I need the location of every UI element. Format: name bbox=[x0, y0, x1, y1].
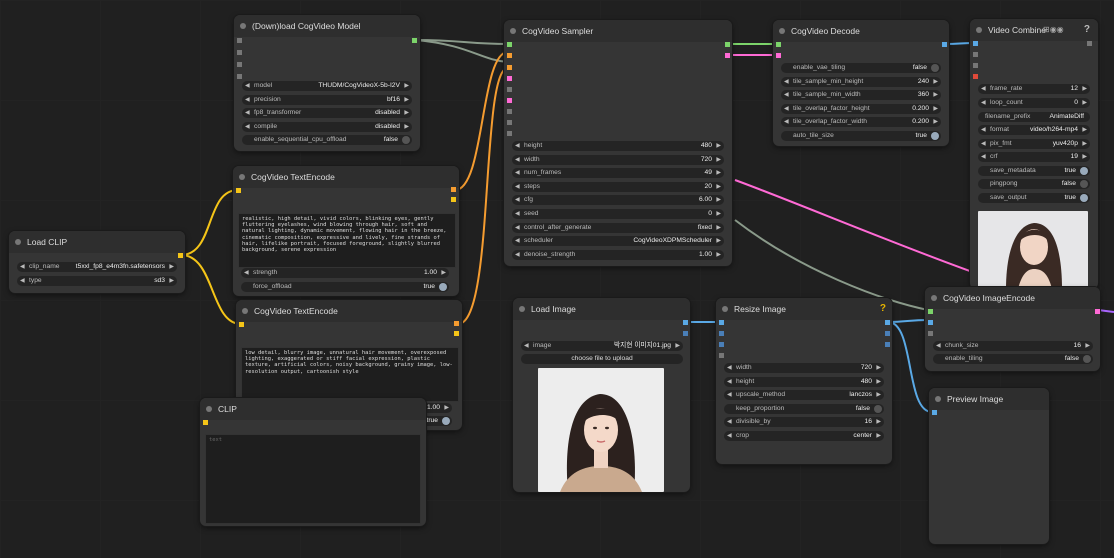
widget-fp8-transformer[interactable]: ◀ fp8_transformer disabled ▶ bbox=[242, 108, 412, 118]
node-cogvideo-decode[interactable]: CogVideo Decode enable_vae_tiling false ◀… bbox=[773, 20, 949, 146]
node-title: (Down)load CogVideo Model bbox=[234, 15, 420, 37]
widget-control-after-generate[interactable]: ◀ control_after_generate fixed ▶ bbox=[512, 223, 724, 233]
node-title: CLIP bbox=[200, 398, 426, 420]
node-title: Load Image bbox=[513, 298, 690, 320]
widget-keep-proportion[interactable]: keep_proportion false bbox=[724, 404, 884, 414]
widget-width[interactable]: ◀ width 720 ▶ bbox=[512, 155, 724, 165]
widget-width[interactable]: ◀ width 720 ▶ bbox=[724, 363, 884, 373]
widget-pix-fmt[interactable]: ◀ pix_fmt yuv420p ▶ bbox=[978, 139, 1090, 149]
node-title: Resize Image ? bbox=[716, 298, 892, 320]
widget-save-output[interactable]: save_output true bbox=[978, 193, 1090, 203]
node-preview-image[interactable]: Preview Image bbox=[929, 388, 1049, 544]
widget-auto-tile-size[interactable]: auto_tile_size true bbox=[781, 131, 941, 141]
widget-enable-vae-tiling[interactable]: enable_vae_tiling false bbox=[781, 63, 941, 73]
widget-precision[interactable]: ◀ precision bf16 ▶ bbox=[242, 95, 412, 105]
widget-tile-overlap-height[interactable]: ◀ tile_overlap_factor_height 0.200 ▶ bbox=[781, 104, 941, 114]
widget-save-metadata[interactable]: save_metadata true bbox=[978, 166, 1090, 176]
node-title: Load CLIP bbox=[9, 231, 185, 253]
widget-loop-count[interactable]: ◀ loop_count 0 ▶ bbox=[978, 98, 1090, 108]
widget-upscale-method[interactable]: ◀ upscale_method lanczos ▶ bbox=[724, 390, 884, 400]
widget-clip-name[interactable]: ◀ clip_name t5xxl_fp8_e4m3fn.safetensors ▶ bbox=[17, 262, 177, 272]
model-output-slot[interactable] bbox=[412, 38, 417, 43]
widget-pingpong[interactable]: pingpong false bbox=[978, 179, 1090, 189]
choose-file-button[interactable]: choose file to upload bbox=[521, 354, 683, 364]
combine-icons[interactable]: ⊞◉◉ bbox=[1043, 19, 1064, 41]
widget-type[interactable]: ◀ type sd3 ▶ bbox=[17, 276, 177, 286]
node-video-combine[interactable]: Video Combine ⊞◉◉ ? ◀ frame_rate 12 ▶ ◀ loop… bbox=[970, 19, 1098, 289]
node-title: Video Combine ⊞◉◉ ? bbox=[970, 19, 1098, 41]
node-load-clip[interactable]: Load CLIP ◀ clip_name t5xxl_fp8_e4m3fn.saf… bbox=[9, 231, 185, 293]
widget-crop[interactable]: ◀ crop center ▶ bbox=[724, 431, 884, 441]
help-icon[interactable]: ? bbox=[1084, 19, 1090, 41]
help-icon[interactable]: ? bbox=[880, 298, 886, 320]
widget-height[interactable]: ◀ height 480 ▶ bbox=[512, 141, 724, 151]
node-title: CogVideo Sampler bbox=[504, 20, 732, 42]
widget-force-offload[interactable]: force_offloadtrue bbox=[241, 282, 449, 292]
prompt-textarea[interactable]: low detail, blurry image, unnatural hair… bbox=[241, 347, 459, 402]
loaded-image-preview bbox=[538, 368, 664, 492]
widget-seed[interactable]: ◀ seed 0 ▶ bbox=[512, 209, 724, 219]
widget-sequential-offload[interactable]: enable_sequential_cpu_offload false bbox=[242, 135, 412, 145]
node-title: CogVideo TextEncode bbox=[236, 300, 462, 322]
node-cogvideo-imageencode[interactable]: CogVideo ImageEncode ◀ chunk_size 16 ▶ enab… bbox=[925, 287, 1100, 371]
widget-filename-prefix[interactable]: filename_prefix AnimateDiff bbox=[978, 112, 1090, 122]
widget-denoise-strength[interactable]: ◀ denoise_strength 1.00 ▶ bbox=[512, 250, 724, 260]
node-cogvideo-sampler[interactable]: CogVideo Sampler ◀ height 480 ▶ ◀ width 720 ▶ … bbox=[504, 20, 732, 266]
widget-steps[interactable]: ◀ steps 20 ▶ bbox=[512, 182, 724, 192]
widget-chunk-size[interactable]: ◀ chunk_size 16 ▶ bbox=[933, 341, 1093, 351]
node-textencode-positive[interactable]: CogVideo TextEncode realistic, high deta… bbox=[233, 166, 459, 296]
widget-height[interactable]: ◀ height 480 ▶ bbox=[724, 377, 884, 387]
widget-image[interactable]: ◀ image 박지현 이미지01.jpg ▶ bbox=[521, 341, 683, 351]
clip-output-slot[interactable] bbox=[178, 253, 183, 258]
widget-tile-min-width[interactable]: ◀ tile_sample_min_width 360 ▶ bbox=[781, 90, 941, 100]
prompt-textarea[interactable]: realistic, high detail, vivid colors, bl… bbox=[238, 213, 456, 268]
node-title: CogVideo Decode bbox=[773, 20, 949, 42]
widget-frame-rate[interactable]: ◀ frame_rate 12 ▶ bbox=[978, 84, 1090, 94]
widget-num-frames[interactable]: ◀ num_frames 49 ▶ bbox=[512, 168, 724, 178]
node-load-cogvideo-model[interactable]: (Down)load CogVideo Model ◀ model THUDM/Co… bbox=[234, 15, 420, 151]
widget-model[interactable]: ◀ model THUDM/CogVideoX-5b-I2V ▶ bbox=[242, 81, 412, 91]
widget-cfg[interactable]: ◀ cfg 6.00 ▶ bbox=[512, 195, 724, 205]
widget-format[interactable]: ◀ format video/h264-mp4 ▶ bbox=[978, 125, 1090, 135]
video-preview-image bbox=[978, 211, 1088, 289]
widget-scheduler[interactable]: ◀ scheduler CogVideoXDPMScheduler ▶ bbox=[512, 236, 724, 246]
widget-strength[interactable]: ◀strength1.00▶ bbox=[241, 268, 449, 278]
widget-tile-overlap-width[interactable]: ◀ tile_overlap_factor_width 0.200 ▶ bbox=[781, 117, 941, 127]
widget-compile[interactable]: ◀ compile disabled ▶ bbox=[242, 122, 412, 132]
node-load-image[interactable]: Load Image ◀ image 박지현 이미지01.jpg ▶ choose f… bbox=[513, 298, 690, 492]
widget-enable-tiling[interactable]: enable_tiling false bbox=[933, 354, 1093, 364]
node-title: CogVideo TextEncode bbox=[233, 166, 459, 188]
widget-tile-min-height[interactable]: ◀ tile_sample_min_height 240 ▶ bbox=[781, 77, 941, 87]
clip-text-input[interactable]: text bbox=[205, 434, 421, 524]
node-resize-image[interactable]: Resize Image ? ◀ width 720 ▶ ◀ height 480 ▶ ◀ u… bbox=[716, 298, 892, 464]
node-clip-text[interactable]: CLIP text bbox=[200, 398, 426, 526]
node-title: CogVideo ImageEncode bbox=[925, 287, 1100, 309]
widget-crf[interactable]: ◀ crf 19 ▶ bbox=[978, 152, 1090, 162]
widget-divisible-by[interactable]: ◀ divisible_by 16 ▶ bbox=[724, 417, 884, 427]
node-title: Preview Image bbox=[929, 388, 1049, 410]
